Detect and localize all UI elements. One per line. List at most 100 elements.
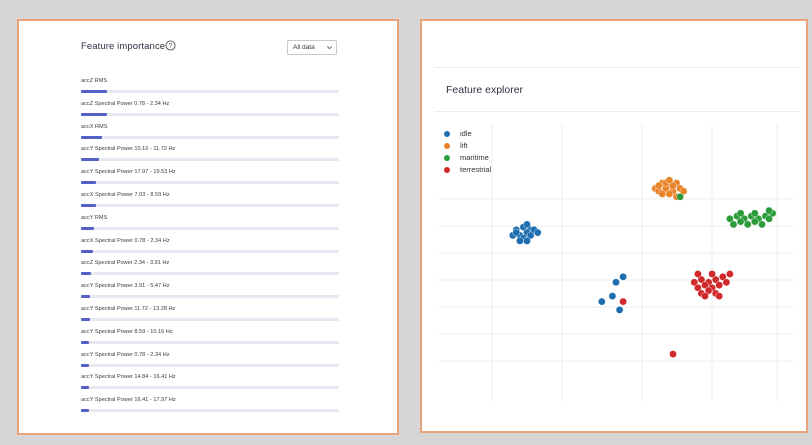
feature-name-label: accY Spectral Power 3.91 - 5.47 Hz (81, 283, 170, 290)
series-idle (509, 220, 627, 314)
importance-bar-fill (81, 340, 89, 344)
data-point-maritime[interactable] (743, 220, 752, 229)
data-point-terrestrial[interactable] (701, 292, 709, 300)
feature-name-label: accY Spectral Power 11.72 - 13.28 Hz (81, 306, 176, 312)
data-point-idle[interactable] (597, 297, 606, 306)
data-point-maritime[interactable] (750, 209, 759, 218)
feature-importance-row: accY Spectral Power 0.78 - 2.34 Hz (81, 352, 339, 372)
question-circle-icon[interactable]: ? (165, 40, 176, 51)
feature-name-label: accY RMS (81, 214, 108, 221)
feature-importance-row: accY Spectral Power 17.97 - 19.53 Hz (81, 169, 339, 189)
data-point-lift[interactable] (665, 190, 674, 198)
data-point-lift[interactable] (665, 176, 674, 184)
data-point-maritime[interactable] (765, 206, 773, 215)
series-terrestrial (619, 270, 734, 358)
feature-importance-row: accY Spectral Power 3.91 - 5.47 Hz (81, 283, 339, 303)
importance-bar-track (81, 181, 339, 185)
importance-bar-track (81, 226, 339, 230)
importance-bar-track (81, 204, 339, 207)
feature-importance-row: accY Spectral Power 16.41 - 17.97 Hz (81, 397, 339, 417)
importance-bar-track (81, 90, 339, 93)
legend-label: idle (460, 129, 472, 138)
data-point-idle[interactable] (619, 272, 627, 281)
data-point-maritime[interactable] (750, 217, 759, 226)
feature-explorer-scatter-plot[interactable] (422, 21, 806, 431)
importance-bar-track (81, 363, 339, 367)
feature-importance-title: Feature importance (81, 41, 166, 52)
data-filter-select[interactable]: All data (287, 40, 337, 55)
data-point-terrestrial[interactable] (715, 281, 724, 289)
data-point-terrestrial[interactable] (722, 278, 731, 287)
feature-importance-row: accY Spectral Power 11.72 - 13.28 Hz (81, 306, 339, 326)
data-point-idle[interactable] (523, 237, 531, 245)
feature-importance-panel: Feature importance ? All data accZ RMS ac… (17, 19, 399, 435)
data-point-idle[interactable] (608, 292, 617, 300)
feature-name-label: accZ Spectral Power 2.34 - 3.91 Hz (81, 260, 170, 267)
importance-bar-track (81, 409, 339, 413)
importance-bar-track (81, 249, 339, 253)
data-point-idle[interactable] (512, 228, 521, 237)
legend-marker (444, 155, 450, 161)
data-point-lift[interactable] (658, 190, 667, 198)
importance-bar-track (81, 112, 339, 116)
importance-bar-fill (81, 386, 89, 390)
feature-name-label: accX RMS (81, 123, 108, 130)
data-point-idle[interactable] (533, 228, 542, 237)
data-point-terrestrial[interactable] (715, 292, 724, 300)
feature-name-label: accY Spectral Power 17.97 - 19.53 Hz (81, 169, 176, 176)
feature-importance-row: accZ Spectral Power 0.78 - 2.34 Hz (81, 101, 339, 121)
importance-bar-fill (81, 135, 102, 139)
feature-importance-row: accY Spectral Power 8.59 - 10.16 Hz (81, 329, 339, 349)
data-filter-select-value: All data (293, 44, 315, 51)
legend-marker (444, 167, 450, 173)
chevron-down-icon (327, 46, 332, 50)
data-point-maritime[interactable] (736, 209, 745, 218)
data-point-lift[interactable] (654, 181, 663, 190)
data-point-terrestrial[interactable] (708, 270, 716, 278)
importance-bar-fill (81, 295, 91, 299)
legend-label: maritime (460, 153, 489, 162)
data-point-terrestrial[interactable] (619, 297, 627, 306)
feature-name-label: accX Spectral Power 0.78 - 2.34 Hz (81, 237, 170, 244)
data-point-idle[interactable] (523, 220, 531, 229)
plot-gridlines (438, 125, 794, 401)
feature-name-label: accZ RMS (81, 78, 108, 84)
importance-bar-fill (81, 318, 91, 321)
importance-bar-fill (81, 158, 100, 162)
data-point-maritime[interactable] (736, 217, 745, 226)
feature-importance-row: accX RMS (81, 124, 339, 144)
data-point-idle[interactable] (615, 306, 624, 314)
importance-bar-fill (81, 272, 92, 276)
feature-importance-row: accX Spectral Power 0.78 - 2.34 Hz (81, 238, 339, 258)
importance-bar-track (81, 386, 339, 390)
importance-bar-fill (81, 409, 89, 413)
data-point-terrestrial[interactable] (726, 270, 734, 278)
data-point-maritime[interactable] (758, 220, 766, 229)
data-point-maritime[interactable] (729, 220, 738, 229)
legend-label: terrestrial (460, 165, 492, 174)
legend-label: lift (460, 141, 468, 150)
data-point-maritime[interactable] (676, 192, 684, 201)
importance-bar-track (81, 158, 339, 162)
legend-marker (444, 131, 450, 137)
data-point-terrestrial[interactable] (694, 270, 702, 278)
importance-bar-track (81, 340, 339, 344)
feature-name-label: accY Spectral Power 8.59 - 10.16 Hz (81, 328, 173, 335)
data-point-terrestrial[interactable] (669, 350, 677, 358)
importance-bar-fill (81, 90, 107, 93)
importance-bar-fill (81, 249, 93, 253)
feature-name-label: accY Spectral Power 14.84 - 16.41 Hz (81, 374, 176, 381)
series-lift (651, 176, 738, 229)
importance-bar-track (81, 318, 339, 321)
svg-text:?: ? (169, 43, 173, 50)
data-point-idle[interactable] (612, 278, 620, 287)
data-point-maritime[interactable] (765, 214, 773, 223)
feature-importance-row: accY Spectral Power 10.16 - 11.72 Hz (81, 146, 339, 166)
feature-importance-row: accY Spectral Power 14.84 - 16.41 Hz (81, 374, 339, 394)
series-maritime (676, 192, 777, 229)
data-point-idle[interactable] (516, 237, 524, 245)
feature-importance-row: accZ RMS (81, 78, 339, 98)
feature-name-label: accX Spectral Power 7.03 - 8.59 Hz (81, 192, 170, 198)
feature-importance-row: accY RMS (81, 215, 339, 235)
feature-name-label: accY Spectral Power 10.16 - 11.72 Hz (81, 146, 176, 153)
